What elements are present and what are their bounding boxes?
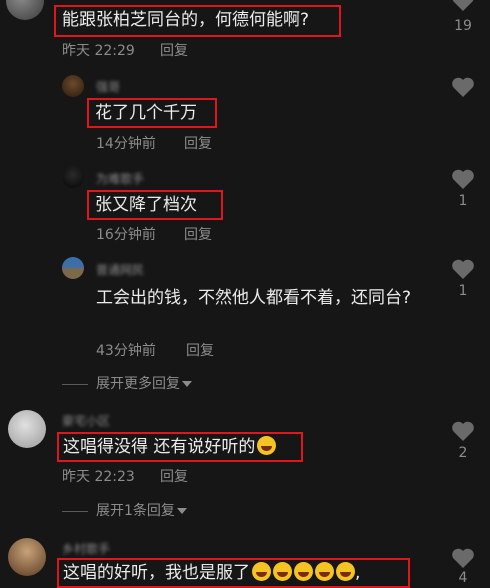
comment-time: 昨天 22:29 bbox=[62, 43, 135, 59]
avatar[interactable] bbox=[62, 75, 84, 97]
comment-time: 43分钟前 bbox=[96, 343, 156, 359]
like-heart-icon[interactable] bbox=[451, 168, 475, 190]
avatar[interactable] bbox=[8, 410, 46, 448]
rofl-emoji-icon bbox=[336, 562, 355, 581]
like-heart-icon[interactable] bbox=[451, 258, 475, 280]
like-heart-icon[interactable] bbox=[451, 420, 475, 442]
avatar[interactable] bbox=[6, 0, 44, 20]
username[interactable]: 乡村歌手 bbox=[62, 540, 110, 557]
like-count: 1 bbox=[458, 193, 468, 209]
expand-label: 展开更多回复 bbox=[96, 376, 180, 392]
chevron-down-icon bbox=[176, 508, 187, 514]
reply-button[interactable]: 回复 bbox=[184, 133, 212, 153]
like-count: 4 bbox=[458, 570, 468, 586]
rofl-emoji-icon bbox=[257, 436, 277, 455]
username[interactable]: 为难歌手 bbox=[96, 170, 144, 187]
comment-text: 张又降了档次 bbox=[95, 195, 197, 215]
rofl-emoji-icon bbox=[315, 562, 334, 581]
username[interactable]: 豪宅小区 bbox=[62, 412, 110, 429]
expand-more-replies[interactable]: 展开更多回复 bbox=[62, 373, 192, 393]
like-count: 1 bbox=[458, 283, 468, 299]
expand-label: 展开1条回复 bbox=[96, 503, 175, 519]
comment-text-body: 这唱的好听，我也是服了 bbox=[63, 563, 250, 583]
like-count: 2 bbox=[458, 445, 468, 461]
like-heart-icon[interactable] bbox=[451, 76, 475, 98]
comment-text-body: 这唱得没得 还有说好听的 bbox=[63, 437, 256, 457]
comment-time: 16分钟前 bbox=[96, 227, 156, 243]
avatar[interactable] bbox=[62, 257, 84, 279]
username[interactable]: 普通网民 bbox=[96, 261, 144, 278]
comment-text: 这唱得没得 还有说好听的 bbox=[63, 436, 277, 458]
avatar[interactable] bbox=[8, 538, 46, 576]
comment-text: 花了几个千万 bbox=[95, 103, 197, 123]
reply-button[interactable]: 回复 bbox=[160, 466, 188, 486]
rofl-emoji-icon bbox=[294, 562, 313, 581]
like-count: 19 bbox=[454, 18, 472, 34]
reply-button[interactable]: 回复 bbox=[160, 40, 188, 60]
rofl-emoji-icon bbox=[273, 562, 292, 581]
comment-time: 14分钟前 bbox=[96, 136, 156, 152]
reply-button[interactable]: 回复 bbox=[184, 224, 212, 244]
divider bbox=[62, 510, 88, 512]
comment-time: 昨天 22:23 bbox=[62, 469, 135, 485]
like-heart-icon[interactable] bbox=[451, 547, 475, 569]
comment-text: 能跟张柏芝同台的，何德何能啊? bbox=[62, 10, 310, 30]
chevron-down-icon bbox=[182, 381, 192, 387]
like-heart-icon[interactable] bbox=[451, 0, 475, 12]
rofl-emoji-icon bbox=[252, 562, 271, 581]
avatar[interactable] bbox=[62, 166, 84, 188]
comment-text: 工会出的钱，不然他人都看不着，还同台? bbox=[96, 288, 412, 308]
divider bbox=[62, 383, 88, 385]
expand-replies[interactable]: 展开1条回复 bbox=[62, 500, 187, 520]
comment-text: 这唱的好听，我也是服了, bbox=[63, 562, 361, 583]
username[interactable]: 强哥 bbox=[96, 78, 120, 95]
reply-button[interactable]: 回复 bbox=[186, 340, 214, 360]
